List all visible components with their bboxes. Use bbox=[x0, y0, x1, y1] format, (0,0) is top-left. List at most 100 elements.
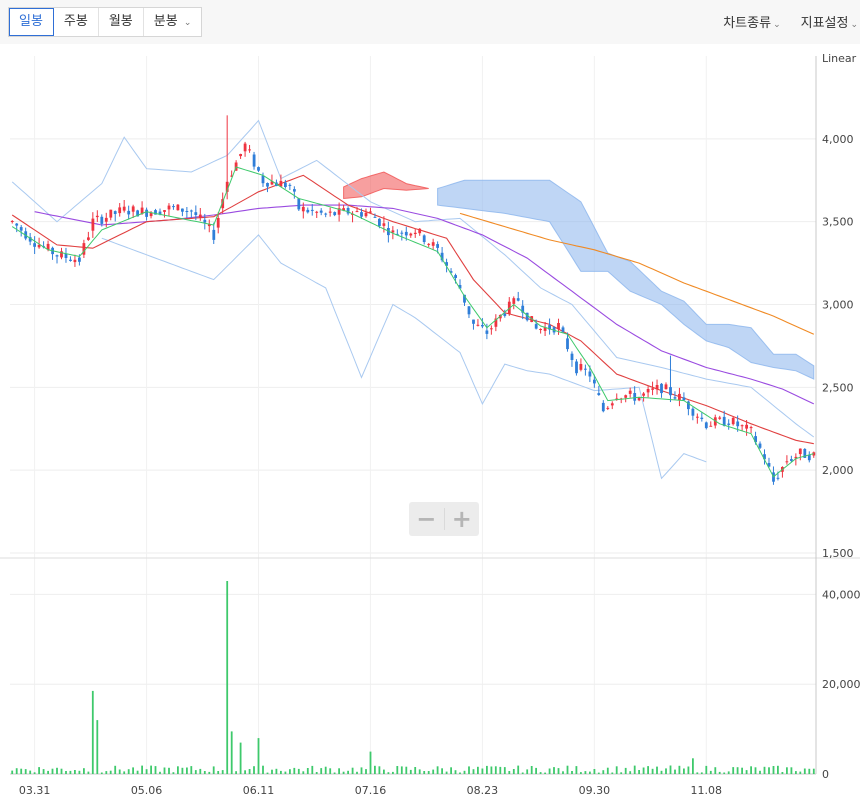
volume-bar bbox=[33, 772, 36, 774]
volume-bar bbox=[51, 768, 54, 774]
candle-down bbox=[319, 210, 323, 213]
candle-down bbox=[404, 231, 408, 236]
volume-bar bbox=[365, 769, 367, 774]
volume-bar bbox=[293, 767, 296, 774]
volume-bar bbox=[190, 766, 193, 774]
volume-bar bbox=[557, 768, 560, 774]
volume-bar bbox=[74, 770, 76, 774]
candle-up bbox=[118, 207, 122, 214]
volume-bar bbox=[387, 772, 390, 774]
candle-down bbox=[113, 211, 117, 214]
volume-bar bbox=[414, 767, 417, 774]
candle-down bbox=[584, 368, 587, 370]
volume-bar bbox=[239, 742, 242, 774]
candle-up bbox=[301, 206, 305, 212]
volume-bar bbox=[602, 770, 605, 774]
volume-bar bbox=[745, 770, 748, 774]
volume-bar bbox=[544, 772, 546, 774]
candle-up bbox=[391, 230, 395, 233]
volume-bar bbox=[786, 767, 788, 774]
volume-bar bbox=[674, 769, 676, 774]
volume-bar bbox=[790, 767, 793, 774]
candle-down bbox=[633, 393, 637, 401]
candle-down bbox=[422, 235, 426, 242]
volume-bar bbox=[405, 766, 408, 774]
candle-up bbox=[642, 393, 645, 396]
volume-bar bbox=[29, 770, 32, 774]
volume-bar bbox=[589, 771, 591, 774]
candle-down bbox=[15, 223, 19, 226]
volume-bar bbox=[759, 770, 761, 774]
volume-bar bbox=[289, 769, 291, 774]
volume-bar bbox=[499, 766, 502, 774]
candle-up bbox=[606, 407, 610, 409]
volume-bar bbox=[145, 769, 148, 774]
volume-bar bbox=[436, 766, 439, 774]
volume-bar bbox=[696, 772, 699, 774]
tab-weekly[interactable]: 주봉 bbox=[54, 8, 99, 36]
volume-bar bbox=[329, 768, 332, 774]
candle-up bbox=[610, 403, 614, 406]
candle-up bbox=[427, 243, 431, 245]
scale-mode-label: Linear bbox=[822, 52, 857, 65]
candle-down bbox=[203, 219, 207, 223]
tab-minute[interactable]: 분봉 ⌄ bbox=[144, 8, 202, 36]
volume-bar bbox=[526, 769, 529, 774]
volume-bar bbox=[159, 771, 161, 774]
indicator-settings-label: 지표설정 bbox=[800, 16, 849, 31]
volume-bar bbox=[360, 767, 363, 774]
volume-bar bbox=[795, 771, 797, 774]
tab-daily[interactable]: 일봉 bbox=[9, 8, 54, 36]
volume-bar bbox=[338, 768, 340, 774]
candle-up bbox=[557, 323, 560, 330]
candle-down bbox=[100, 216, 104, 224]
volume-bar bbox=[445, 771, 448, 774]
candle-up bbox=[718, 417, 722, 419]
zoom-in-button[interactable]: + bbox=[445, 502, 480, 536]
candle-up bbox=[628, 390, 632, 394]
candle-down bbox=[373, 216, 377, 218]
volume-bar bbox=[486, 765, 488, 774]
candle-up bbox=[476, 324, 480, 326]
volume-bar bbox=[709, 770, 712, 774]
volume-bar bbox=[477, 766, 479, 774]
volume-bar bbox=[754, 767, 757, 774]
candle-up bbox=[104, 217, 108, 222]
candle-down bbox=[145, 209, 148, 217]
candle-down bbox=[185, 211, 189, 212]
volume-bar bbox=[217, 771, 220, 774]
candle-down bbox=[570, 353, 574, 360]
candle-down bbox=[454, 275, 457, 278]
volume-bar bbox=[432, 769, 435, 774]
candle-down bbox=[78, 257, 81, 262]
volume-bar bbox=[271, 769, 273, 774]
candle-down bbox=[55, 255, 59, 257]
tab-monthly[interactable]: 월봉 bbox=[99, 8, 144, 36]
volume-bar bbox=[714, 767, 717, 774]
tab-minute-label: 분봉 bbox=[153, 14, 178, 29]
volume-bar bbox=[280, 770, 282, 774]
right-menu: 차트종류 ⌄ 지표설정 ⌄ bbox=[723, 12, 858, 31]
volume-bar bbox=[409, 769, 412, 774]
volume-bar bbox=[575, 766, 578, 774]
candle-down bbox=[485, 330, 489, 334]
volume-bar bbox=[624, 767, 627, 774]
stock-chart[interactable]: Linear 1,500 2,000 2,500 3,000 3,500 4,000 0 20,… bbox=[0, 44, 860, 805]
volume-bar bbox=[172, 772, 175, 774]
volume-bar bbox=[302, 771, 305, 774]
candle-up bbox=[122, 206, 126, 211]
volume-bar bbox=[369, 751, 372, 774]
indicator-settings-menu[interactable]: 지표설정 ⌄ bbox=[801, 12, 858, 31]
chevron-down-icon: ⌄ bbox=[850, 20, 858, 30]
volume-bar bbox=[441, 768, 443, 774]
volume-bar bbox=[284, 771, 287, 774]
volume-bar bbox=[163, 767, 166, 774]
volume-bar bbox=[42, 769, 45, 774]
volume-bar bbox=[194, 770, 197, 774]
candle-down bbox=[257, 167, 260, 171]
zoom-out-button[interactable]: − bbox=[409, 502, 444, 536]
candle-up bbox=[579, 364, 583, 370]
chart-type-menu[interactable]: 차트종류 ⌄ bbox=[723, 12, 780, 31]
candle-down bbox=[673, 397, 677, 399]
volume-bar bbox=[535, 767, 537, 774]
